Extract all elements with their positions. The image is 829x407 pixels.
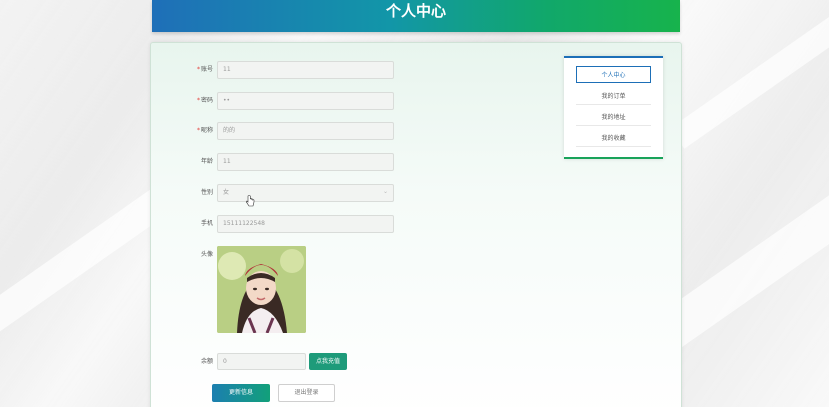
gender-select-value: 女 bbox=[223, 189, 230, 196]
required-star: * bbox=[196, 127, 200, 134]
phone-input[interactable]: 15111122548 bbox=[217, 215, 394, 233]
page-header: 个人中心 bbox=[152, 0, 680, 32]
phone-label: 手机 bbox=[200, 220, 213, 227]
balance-input[interactable]: 0 bbox=[217, 353, 306, 370]
sidebar-item-address[interactable]: 我的地址 bbox=[576, 109, 651, 126]
chevron-down-icon: ⌄ bbox=[383, 188, 389, 195]
password-input[interactable]: •• bbox=[217, 92, 394, 110]
sidebar-item-favorites[interactable]: 我的收藏 bbox=[576, 130, 651, 147]
required-star: * bbox=[196, 97, 200, 104]
account-input[interactable]: 11 bbox=[217, 61, 394, 79]
gender-select[interactable]: 女 ⌄ bbox=[217, 184, 394, 202]
required-star: * bbox=[196, 66, 200, 73]
avatar-label: 头像 bbox=[200, 251, 213, 258]
avatar[interactable] bbox=[217, 246, 306, 333]
balance-label: 余额 bbox=[200, 358, 213, 365]
sidebar-item-profile[interactable]: 个人中心 bbox=[576, 66, 651, 83]
logout-button[interactable]: 退出登录 bbox=[278, 384, 335, 402]
background-streak bbox=[669, 0, 829, 149]
sidebar-item-orders[interactable]: 我的订单 bbox=[576, 88, 651, 105]
hand-cursor-icon bbox=[246, 195, 255, 207]
age-label: 年龄 bbox=[200, 158, 213, 165]
user-sidebar: 个人中心 我的订单 我的地址 我的收藏 bbox=[564, 56, 663, 159]
account-label: *账号 bbox=[196, 66, 213, 73]
page-title: 个人中心 bbox=[385, 2, 446, 20]
password-label: *密码 bbox=[196, 97, 213, 104]
avatar-photo bbox=[217, 246, 306, 333]
age-input[interactable]: 11 bbox=[217, 153, 394, 171]
update-info-button[interactable]: 更新信息 bbox=[212, 384, 270, 402]
gender-label: 性别 bbox=[200, 189, 213, 196]
nickname-label: *昵称 bbox=[196, 127, 213, 134]
recharge-button[interactable]: 点我充值 bbox=[309, 353, 347, 370]
nickname-input[interactable]: 的的 bbox=[217, 122, 394, 140]
